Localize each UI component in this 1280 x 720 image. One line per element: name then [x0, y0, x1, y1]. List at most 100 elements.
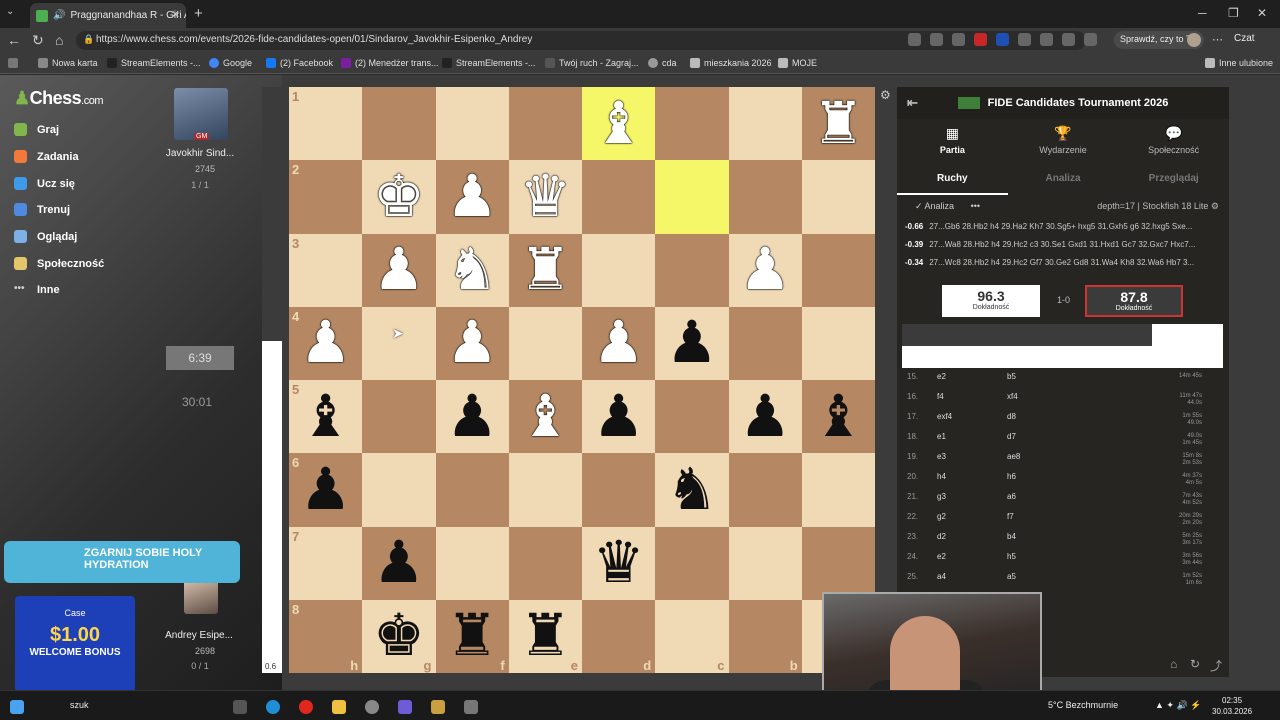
move-row[interactable]: 17. exf4 d8 1m 55s 49.0s [897, 412, 1207, 432]
bookmark-item[interactable]: Google [209, 58, 252, 68]
engine-line[interactable]: -0.39 27...Wa8 28.Hb2 h4 29.Hc2 c3 30.Se1… [897, 237, 1229, 255]
puzzle-icon[interactable] [1018, 33, 1031, 46]
sidebar-item-community[interactable]: Społeczność [14, 257, 104, 270]
move-row[interactable]: 15. e2 b5 14m 45s [897, 372, 1207, 392]
board-square[interactable]: ♜ [801, 87, 875, 161]
weather[interactable]: 5°C Bezchmurnie [1048, 700, 1118, 710]
black-pawn-piece[interactable]: ♟ [593, 387, 645, 446]
board-square[interactable]: c [655, 599, 729, 673]
board-square[interactable]: ♚ [362, 160, 436, 234]
move-black[interactable]: h5 [1007, 552, 1016, 561]
board-square[interactable] [801, 306, 875, 380]
board-square[interactable] [655, 233, 729, 307]
white-pawn-piece[interactable]: ♟ [300, 314, 352, 372]
board-square[interactable] [508, 87, 582, 161]
other-bookmarks[interactable]: Inne ulubione [1205, 58, 1273, 68]
white-pawn-piece[interactable]: ♟ [739, 241, 791, 299]
board-square[interactable]: ♞ [655, 453, 729, 527]
opera-icon[interactable] [299, 700, 313, 714]
black-pawn-piece[interactable]: ♟ [373, 534, 425, 592]
board-square[interactable] [801, 526, 875, 600]
board-square[interactable]: 6 ♟ [289, 453, 363, 527]
black-knight-piece[interactable]: ♞ [666, 460, 718, 519]
board-square[interactable]: ♟ [435, 380, 509, 454]
clock[interactable]: 02:35 30.03.2026 [1212, 695, 1252, 717]
move-row[interactable]: 23. d2 b4 5m 25s 3m 17s [897, 532, 1207, 552]
board-square[interactable] [435, 453, 509, 527]
home-icon[interactable]: ⌂ [55, 32, 63, 48]
move-row[interactable]: 25. a4 a5 1m 52s 1m 6s [897, 572, 1207, 592]
subtab-analysis[interactable]: Analiza [1008, 169, 1119, 195]
board-square[interactable]: ♟ [362, 233, 436, 307]
chesscom-logo[interactable]: ♟Chess.com [14, 88, 104, 109]
sidebar-item-train[interactable]: Trenuj [14, 203, 70, 216]
board-square[interactable]: ♟ [435, 306, 509, 380]
white-pawn-piece[interactable]: ♟ [446, 314, 498, 372]
analysis-menu-icon[interactable]: ••• [971, 201, 980, 211]
tab-community[interactable]: 💬 Społeczność [1118, 119, 1229, 163]
obs-icon[interactable] [365, 700, 379, 714]
bookmark-item[interactable]: Nowa karta [38, 58, 98, 68]
board-square[interactable] [582, 160, 656, 234]
tab-game[interactable]: ▦ Partia [897, 119, 1008, 163]
white-queen-piece[interactable]: ♛ [519, 167, 571, 226]
back-icon[interactable]: ← [7, 32, 21, 48]
more-icon[interactable]: ⋯ [1212, 33, 1223, 46]
board-square[interactable]: 2 [289, 160, 363, 234]
engine-settings-icon[interactable]: ⚙ [1211, 201, 1219, 211]
white-bishop-piece[interactable]: ♝ [593, 94, 645, 153]
board-square[interactable]: ♟ [655, 306, 729, 380]
white-pawn-piece[interactable]: ♟ [446, 167, 498, 226]
bottom-player-name[interactable]: Andrey Esipe... [163, 630, 235, 641]
subtab-review[interactable]: Przeglądaj [1118, 169, 1229, 195]
board-square[interactable] [508, 306, 582, 380]
profile-button[interactable]: Sprawdź, czy to T [1114, 31, 1204, 49]
board-square[interactable]: ♞ [435, 233, 509, 307]
move-white[interactable]: e2 [937, 552, 946, 561]
board-square[interactable] [362, 306, 436, 380]
bookmark-item[interactable]: (2) Menedżer trans... [341, 58, 439, 68]
new-tab-button[interactable]: + [194, 5, 203, 22]
history-icon[interactable] [1084, 33, 1097, 46]
bookmark-item[interactable]: StreamElements -... [107, 58, 201, 68]
board-square[interactable] [508, 453, 582, 527]
board-square[interactable] [728, 160, 802, 234]
reload-icon[interactable]: ↻ [32, 32, 44, 49]
move-row[interactable]: 18. e1 d7 49.0s 1m 45s [897, 432, 1207, 452]
move-white[interactable]: exf4 [937, 412, 952, 421]
board-square[interactable]: ♜ [508, 233, 582, 307]
tray-icons[interactable]: ▲ ✦ 🔊 ⚡ [1155, 700, 1201, 711]
move-white[interactable]: g3 [937, 492, 946, 501]
bookmark-item[interactable]: StreamElements -... [442, 58, 536, 68]
move-black[interactable]: d7 [1007, 432, 1016, 441]
analysis-toggle-icon[interactable]: ✓ [915, 201, 925, 211]
black-pawn-piece[interactable]: ♟ [666, 314, 718, 372]
bottom-player-avatar[interactable] [184, 580, 218, 614]
hydration-ad-banner[interactable]: ZGARNIJ SOBIE HOLY HYDRATION [4, 541, 240, 583]
board-square[interactable] [801, 160, 875, 234]
move-row[interactable]: 20. h4 h6 4m 37s 4m 5s [897, 472, 1207, 492]
board-square[interactable]: ♝ [508, 380, 582, 454]
tab-event[interactable]: 🏆 Wydarzenie [1008, 119, 1119, 163]
board-square[interactable]: ♟ [362, 526, 436, 600]
league-icon[interactable] [431, 700, 445, 714]
board-square[interactable]: ♝ [582, 87, 656, 161]
move-black[interactable]: a5 [1007, 572, 1016, 581]
white-pawn-piece[interactable]: ♟ [373, 241, 425, 299]
favorite-star-icon[interactable] [952, 33, 965, 46]
chess-board[interactable]: 1 ♝ ♜ 2 ♚ ♟ ♛ 3 ♟ ♞ ♜ ♟ 4 ♟ ♟ ♟ ♟ 5 ♝ ♟ ♝ ♟ ♟ ♝ 6 ♟ ♞ 7 ♟ ♛ 8 h g ♚ f ♜ e ♜ d c… [289, 87, 875, 673]
bonus-ad-banner[interactable]: Case $1.00 WELCOME BONUS [15, 596, 135, 692]
bookmark-item[interactable]: cda [648, 58, 677, 68]
black-pawn-piece[interactable]: ♟ [300, 460, 352, 519]
move-white[interactable]: a4 [937, 572, 946, 581]
app-icon[interactable] [398, 700, 412, 714]
settings-icon[interactable] [1040, 33, 1053, 46]
adblock-icon[interactable] [974, 33, 987, 46]
move-black[interactable]: a6 [1007, 492, 1016, 501]
tab-list-icon[interactable]: ⌄ [6, 6, 14, 17]
white-knight-piece[interactable]: ♞ [446, 241, 498, 299]
board-square[interactable]: g ♚ [362, 599, 436, 673]
board-square[interactable]: f ♜ [435, 599, 509, 673]
split-view-icon[interactable] [908, 33, 921, 46]
board-square[interactable] [508, 526, 582, 600]
